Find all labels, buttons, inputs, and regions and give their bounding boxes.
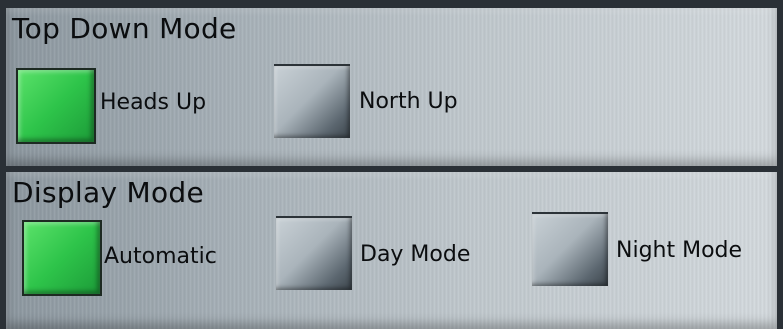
automatic-label[interactable]: Automatic xyxy=(104,244,217,269)
settings-screen: Top Down Mode Heads Up North Up Display … xyxy=(0,0,783,329)
night-mode-checkbox[interactable] xyxy=(532,212,608,286)
day-mode-label[interactable]: Day Mode xyxy=(360,242,470,267)
automatic-checkbox[interactable] xyxy=(22,220,102,296)
north-up-label[interactable]: North Up xyxy=(359,89,458,114)
top-down-mode-title: Top Down Mode xyxy=(12,12,237,45)
display-mode-panel: Display Mode Automatic Day Mode Night Mo… xyxy=(6,172,777,329)
north-up-checkbox[interactable] xyxy=(274,64,350,138)
heads-up-label[interactable]: Heads Up xyxy=(100,90,206,115)
night-mode-label[interactable]: Night Mode xyxy=(616,238,742,263)
display-mode-title: Display Mode xyxy=(12,176,204,209)
day-mode-checkbox[interactable] xyxy=(276,216,352,290)
top-down-mode-panel: Top Down Mode Heads Up North Up xyxy=(6,8,777,166)
heads-up-checkbox[interactable] xyxy=(16,68,96,144)
